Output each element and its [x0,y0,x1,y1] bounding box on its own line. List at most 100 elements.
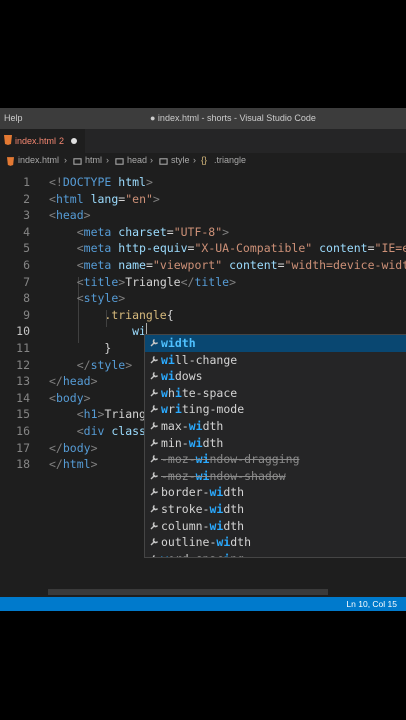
suggestion-text: ting-mode [181,402,245,417]
unsaved-dot-icon[interactable] [71,138,77,144]
breadcrumb-html[interactable]: html [85,155,102,165]
suggestion-match: w [161,402,168,417]
code-token: > [152,191,160,206]
wrench-icon [150,521,159,530]
line-number: 10 [16,324,30,339]
code-token: < [49,390,56,405]
autocomplete-suggest-widget[interactable]: width will-change widows white-space writing… [144,334,406,558]
suggestion-text: ng [230,552,244,557]
suggestion-item[interactable]: column-width [145,518,406,535]
selector-icon: {} [201,155,208,165]
code-token: body [62,440,91,455]
suggestion-match: wi [188,435,203,450]
line-number: 2 [23,191,30,206]
line-number: 3 [23,208,30,223]
wrench-icon [150,471,159,480]
code-token: </ [49,457,63,472]
suggestion-label: column-width [161,519,244,533]
line-number: 12 [16,357,30,372]
suggestion-text: ord-spac [168,552,223,557]
breadcrumb: index.html › html › head › style › {} .t… [0,153,406,169]
suggestion-label: width [161,336,196,350]
suggestion-item[interactable]: border-width [145,484,406,501]
code-line: <head> [49,208,91,222]
code-token: < [49,191,56,206]
suggestion-label: min-width [161,436,223,450]
code-token: h1 [83,407,98,422]
code-token: "en" [125,191,153,206]
code-line: <body> [49,391,91,405]
wrench-icon [150,488,159,496]
suggestion-label: outline-width [161,535,251,549]
suggestion-text: outline- [161,535,217,550]
line-number: 11 [16,341,30,355]
line-number: 1 [23,175,30,189]
suggestion-match: wi [209,502,224,516]
tab-index-html[interactable]: index.html 2 [0,129,85,153]
code-token: name [118,258,146,272]
code-token: Triang [104,407,146,422]
suggestion-item[interactable]: width [145,335,406,352]
suggestion-item[interactable]: word-spacing [145,551,406,557]
code-token: html [55,191,84,206]
code-token: < [76,241,84,256]
code-token: > [229,274,237,289]
breadcrumb-style[interactable]: style [171,155,190,165]
suggestion-item[interactable]: widows [145,368,406,385]
code-token: = [367,241,375,256]
code-token: > [83,208,91,223]
breadcrumb-head[interactable]: head [127,155,147,165]
breadcrumb-file[interactable]: index.html [18,155,59,165]
code-line: } [49,341,111,355]
breadcrumb-selector[interactable]: .triangle [214,155,246,165]
wrench-icon [150,372,159,380]
code-token: "viewport" [152,258,223,272]
suggestion-item[interactable]: max-width [145,418,406,435]
code-token: title [194,274,230,289]
code-token: div [83,424,105,438]
html-file-icon [4,135,12,145]
wrench-icon [150,338,159,347]
suggestion-item[interactable]: writing-mode [145,401,406,418]
code-line: <title>Triangle</title> [49,275,236,289]
suggestion-item[interactable]: will-change [145,352,406,369]
suggestion-item[interactable]: outline-width [145,534,406,551]
line-number: 5 [23,241,30,256]
code-token: title [83,274,119,289]
suggestion-text: dows [174,369,203,384]
code-token: "width=device-widt [284,258,406,272]
code-token: content [229,258,278,272]
suggestion-match: w [161,385,168,400]
suggestion-text: dth [223,485,245,500]
code-token: > [125,357,133,372]
code-line: </head> [49,374,98,388]
menu-help[interactable]: Help [4,113,23,123]
suggestion-label: -moz-window-shadow [161,469,286,483]
code-line: </style> [49,358,132,372]
code-line: </html> [49,457,98,471]
wrench-icon [150,421,159,430]
chevron-right-icon: › [106,155,109,165]
status-bar: Ln 10, Col 15 [0,597,406,611]
suggestion-item[interactable]: min-width [145,435,406,452]
suggestion-item[interactable]: stroke-width [145,501,406,518]
suggestion-item[interactable]: -moz-window-shadow [145,468,406,485]
horizontal-scrollbar[interactable] [48,587,406,597]
suggestion-item[interactable]: white-space [145,385,406,402]
code-line: <div class [49,424,146,438]
code-token: > [145,175,153,189]
line-number: 18 [16,457,30,472]
wrench-icon [150,405,159,413]
line-number: 14 [16,390,30,405]
code-token: { [166,307,174,322]
suggestion-match: wi [188,419,203,433]
cursor-position[interactable]: Ln 10, Col 15 [346,599,397,609]
suggestion-item[interactable]: -moz-window-dragging [145,451,406,468]
scrollbar-thumb[interactable] [48,589,328,595]
